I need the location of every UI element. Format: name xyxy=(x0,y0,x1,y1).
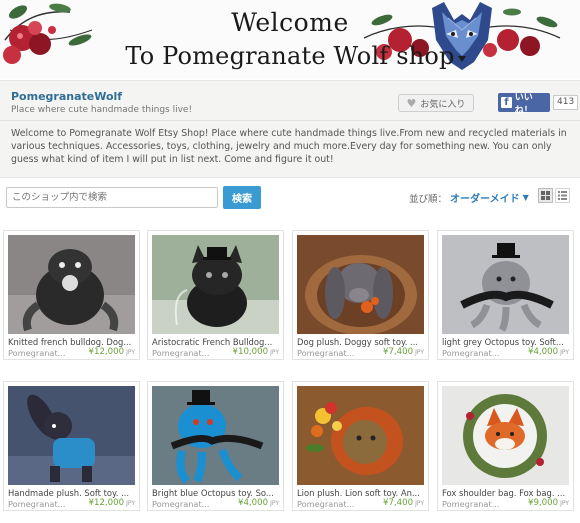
product-image-bulldog-aristocratic[interactable] xyxy=(152,235,279,334)
product-title[interactable]: light grey Octopus toy. Soft... xyxy=(442,337,570,347)
list-view-toggle[interactable] xyxy=(555,188,570,203)
product-shop-name[interactable]: Pomegranat... xyxy=(442,499,499,509)
sort-dropdown[interactable]: オーダーメイド ▼ xyxy=(450,190,529,205)
grid-view-icon xyxy=(541,191,550,200)
product-image-rabbit-plush[interactable] xyxy=(8,386,135,485)
like-count-badge: 413 xyxy=(553,95,579,110)
product-shop-name[interactable]: Pomegranat... xyxy=(8,348,65,358)
list-view-icon xyxy=(558,191,567,200)
product-card[interactable]: light grey Octopus toy. Soft... Pomegran… xyxy=(437,230,574,360)
product-price: ¥10,000 JPY xyxy=(232,347,279,357)
product-card[interactable]: Bright blue Octopus toy. So... Pomegrana… xyxy=(147,381,284,511)
shop-name-link[interactable]: PomegranateWolf xyxy=(11,90,122,103)
product-title[interactable]: Handmade plush. Soft toy. ... xyxy=(8,488,136,498)
product-shop-name[interactable]: Pomegranat... xyxy=(297,348,354,358)
shop-banner: Welcome To Pomegranate Wolf shop xyxy=(0,0,580,78)
product-shop-name[interactable]: Pomegranat... xyxy=(442,348,499,358)
facebook-icon: f xyxy=(501,97,512,108)
facebook-like-button[interactable]: f いいね！ xyxy=(498,93,550,116)
product-card[interactable]: Dog plush. Doggy soft toy. ... Pomegrana… xyxy=(292,230,429,360)
product-price: ¥7,400 JPY xyxy=(383,347,424,357)
shop-search-input[interactable] xyxy=(6,187,218,208)
product-image-grey-octopus[interactable] xyxy=(442,235,569,334)
shop-info-panel: PomegranateWolf Place where cute handmad… xyxy=(0,80,580,178)
product-title[interactable]: Bright blue Octopus toy. So... xyxy=(152,488,280,498)
product-title[interactable]: Aristocratic French Bulldog... xyxy=(152,337,280,347)
product-shop-name[interactable]: Pomegranat... xyxy=(152,348,209,358)
sort-selected-value: オーダーメイド xyxy=(450,194,520,205)
shop-header: PomegranateWolf Place where cute handmad… xyxy=(0,81,580,121)
product-price: ¥7,400 JPY xyxy=(383,498,424,508)
product-price: ¥12,000 JPY xyxy=(88,347,135,357)
product-card[interactable]: Fox shoulder bag. Fox bag. ... Pomegrana… xyxy=(437,381,574,511)
like-button-label: いいね！ xyxy=(514,92,533,116)
search-button[interactable]: 検索 xyxy=(223,186,261,209)
product-image-blue-octopus[interactable] xyxy=(152,386,279,485)
chevron-down-icon: ▼ xyxy=(522,193,529,202)
product-card[interactable]: Knitted french bulldog. Dog... Pomegrana… xyxy=(3,230,140,360)
shop-description: Welcome to Pomegranate Wolf Etsy Shop! P… xyxy=(11,128,567,166)
shop-tagline: Place where cute handmade things live! xyxy=(11,105,193,115)
product-card[interactable]: Lion plush. Lion soft toy. An... Pomegra… xyxy=(292,381,429,511)
product-title[interactable]: Lion plush. Lion soft toy. An... xyxy=(297,488,425,498)
product-price: ¥4,000 JPY xyxy=(528,347,569,357)
product-title[interactable]: Dog plush. Doggy soft toy. ... xyxy=(297,337,425,347)
product-image-bulldog-knitted[interactable] xyxy=(8,235,135,334)
product-image-lion-plush[interactable] xyxy=(297,386,424,485)
product-image-dog-plush[interactable] xyxy=(297,235,424,334)
banner-welcome-text: Welcome xyxy=(231,8,349,37)
favorite-button-label: お気に入り xyxy=(420,99,466,110)
product-title[interactable]: Fox shoulder bag. Fox bag. ... xyxy=(442,488,570,498)
banner-shop-title: To Pomegranate Wolf shop xyxy=(125,42,455,70)
product-price: ¥9,000 JPY xyxy=(528,498,569,508)
product-shop-name[interactable]: Pomegranat... xyxy=(297,499,354,509)
product-title[interactable]: Knitted french bulldog. Dog... xyxy=(8,337,136,347)
product-price: ¥12,000 JPY xyxy=(88,498,135,508)
favorite-shop-button[interactable]: ♥ お気に入り xyxy=(398,94,474,112)
product-card[interactable]: Aristocratic French Bulldog... Pomegrana… xyxy=(147,230,284,360)
product-shop-name[interactable]: Pomegranat... xyxy=(8,499,65,509)
heart-icon: ♥ xyxy=(406,96,417,110)
product-price: ¥4,000 JPY xyxy=(238,498,279,508)
grid-view-toggle[interactable] xyxy=(538,188,553,203)
product-image-fox-bag[interactable] xyxy=(442,386,569,485)
sort-label: 並び順： xyxy=(409,194,448,205)
product-shop-name[interactable]: Pomegranat... xyxy=(152,499,209,509)
product-card[interactable]: Handmade plush. Soft toy. ... Pomegranat… xyxy=(3,381,140,511)
